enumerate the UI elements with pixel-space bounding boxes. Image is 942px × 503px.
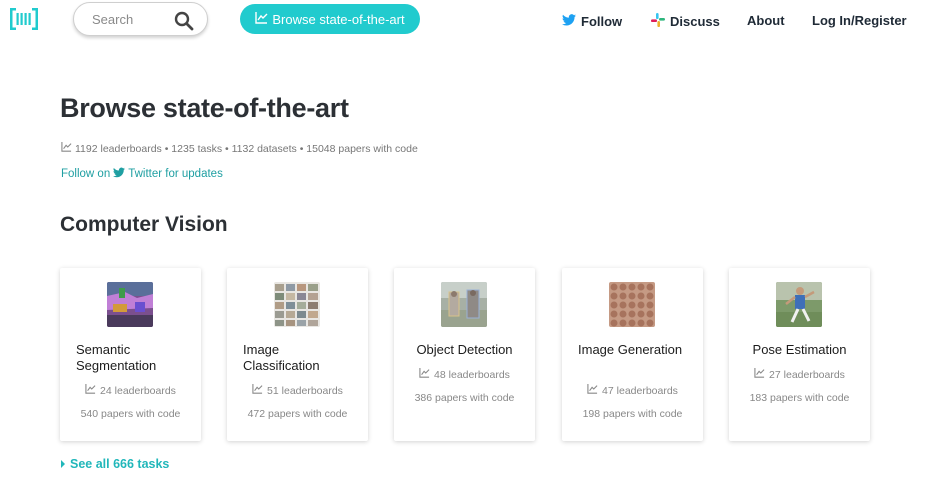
see-all-tasks-label: See all 666 tasks: [70, 457, 170, 471]
nav-login-label: Log In/Register: [812, 13, 907, 28]
papers-with-code-logo-icon[interactable]: [10, 8, 38, 30]
nav-follow-label: Follow: [581, 14, 623, 29]
twitter-icon: [113, 167, 126, 181]
chart-icon: [255, 11, 268, 27]
leaderboards-count: 48 leaderboards: [434, 368, 510, 381]
classification-thumbnail: [274, 282, 320, 327]
task-card-semantic-segmentation[interactable]: Semantic Segmentation 24 leaderboards 54…: [60, 268, 201, 441]
caret-right-icon: [61, 460, 65, 468]
site-stats-text: 1192 leaderboards • 1235 tasks • 1132 da…: [75, 142, 418, 155]
twitter-follow-link[interactable]: Follow on Twitter for updates: [61, 167, 223, 181]
task-card-papers: 198 papers with code: [582, 408, 683, 420]
task-card-title: Image Generation: [578, 342, 683, 357]
chart-icon: [61, 142, 72, 155]
page-title: Browse state-of-the-art: [60, 93, 349, 123]
nav-discuss-link[interactable]: Discuss: [651, 13, 720, 30]
search-box[interactable]: [73, 2, 208, 36]
site-stats: 1192 leaderboards • 1235 tasks • 1132 da…: [61, 142, 418, 155]
twitter-icon: [562, 13, 576, 30]
search-icon[interactable]: [174, 11, 194, 31]
task-card-title: Semantic Segmentation: [76, 342, 157, 373]
slack-icon: [651, 13, 665, 30]
task-card-papers: 472 papers with code: [247, 408, 348, 420]
search-input[interactable]: [92, 12, 172, 27]
task-card-leaderboards: 48 leaderboards: [394, 368, 535, 381]
task-card-title: Pose Estimation: [752, 342, 847, 357]
task-card-leaderboards: 51 leaderboards: [227, 384, 368, 397]
chart-icon: [252, 384, 263, 397]
segmentation-thumbnail: [107, 282, 153, 327]
task-card-object-detection[interactable]: Object Detection 48 leaderboards 386 pap…: [394, 268, 535, 441]
task-card-papers: 386 papers with code: [414, 392, 515, 404]
follow-suffix: Twitter for updates: [128, 168, 223, 180]
task-card-title: Image Classification: [243, 342, 320, 373]
nav-login-link[interactable]: Log In/Register: [812, 13, 907, 28]
nav-about-link[interactable]: About: [747, 13, 785, 28]
generation-thumbnail: [609, 282, 655, 327]
section-title: Computer Vision: [60, 213, 228, 236]
nav-discuss-label: Discuss: [670, 14, 720, 29]
detection-thumbnail: [441, 282, 487, 327]
task-card-image-generation[interactable]: Image Generation 47 leaderboards 198 pap…: [562, 268, 703, 441]
task-card-papers: 540 papers with code: [80, 408, 181, 420]
top-navbar: Browse state-of-the-art Follow Discuss A…: [0, 0, 942, 42]
chart-icon: [85, 384, 96, 397]
task-card-pose-estimation[interactable]: Pose Estimation 27 leaderboards 183 pape…: [729, 268, 870, 441]
chart-icon: [419, 368, 430, 381]
browse-sota-button[interactable]: Browse state-of-the-art: [240, 4, 420, 34]
task-card-leaderboards: 47 leaderboards: [562, 384, 703, 397]
task-card-papers: 183 papers with code: [749, 392, 850, 404]
chart-icon: [587, 384, 598, 397]
task-card-image-classification[interactable]: Image Classification 51 leaderboards 472…: [227, 268, 368, 441]
chart-icon: [754, 368, 765, 381]
task-card-leaderboards: 27 leaderboards: [729, 368, 870, 381]
leaderboards-count: 47 leaderboards: [602, 384, 678, 397]
leaderboards-count: 51 leaderboards: [267, 384, 343, 397]
browse-sota-label: Browse state-of-the-art: [272, 11, 405, 27]
nav-follow-link[interactable]: Follow: [562, 13, 622, 30]
see-all-tasks-link[interactable]: See all 666 tasks: [61, 457, 169, 471]
nav-about-label: About: [747, 13, 785, 28]
pose-thumbnail: [776, 282, 822, 327]
leaderboards-count: 27 leaderboards: [769, 368, 845, 381]
leaderboards-count: 24 leaderboards: [100, 384, 176, 397]
follow-prefix: Follow on: [61, 168, 111, 180]
task-card-title: Object Detection: [416, 342, 513, 357]
task-card-leaderboards: 24 leaderboards: [60, 384, 201, 397]
